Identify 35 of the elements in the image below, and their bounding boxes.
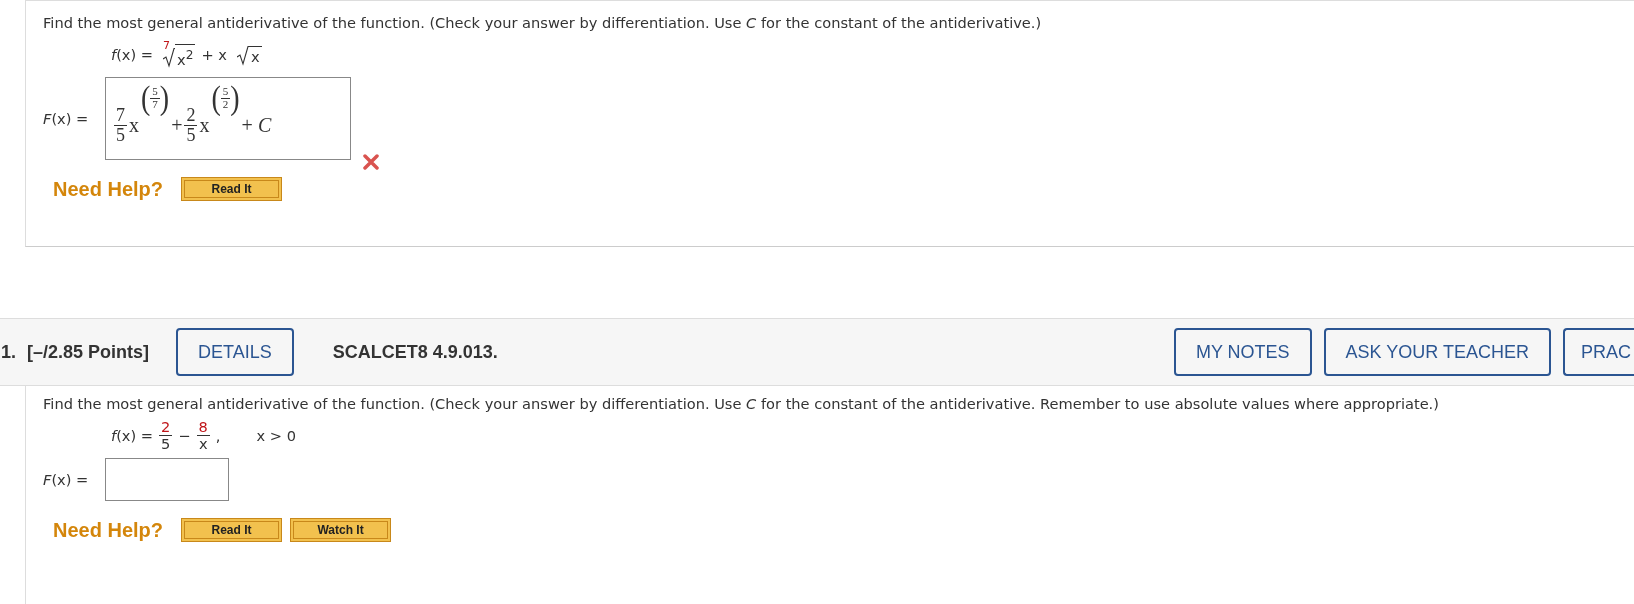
question-code: SCALCET8 4.9.013. [332,341,498,363]
help-button[interactable]: Watch It [290,518,392,542]
points-label: [–/2.85 Points] [27,341,150,363]
fraction: 2 5 [159,419,173,451]
radical-expression: 7 x$^{2}$ [163,39,196,69]
math-text: + x [201,45,227,63]
question-number: 1. [1,341,16,363]
action-button[interactable]: MY NOTES [1173,328,1312,376]
math-text: , [215,426,221,444]
math-text: f(x) = [111,45,154,63]
question-text: Find the most general antiderivative of the function. (Check your answer by differentiation. Use C for the constant of the antiderivative. Remember to use absolute values where appropriate.) [43,395,1440,412]
math-term: x [129,114,139,137]
question-text: Find the most general antiderivative of the function. (Check your answer by differentiation. Use C for the constant of the antiderivative.) [43,14,1043,31]
answer-label: F(x) = [43,471,90,488]
condition-text: x > 0 [256,426,296,444]
need-help-label: Need Help? [53,177,164,201]
fraction: 7 5 [114,106,127,145]
math-term: + C [241,114,272,137]
radical-expression: x [236,42,262,66]
math-term: + [171,114,183,137]
radical-sign-icon [236,46,249,66]
help-button[interactable]: Read It [181,518,283,542]
answer-label: F(x) = [43,110,90,127]
fraction: 8 x [196,419,210,451]
math-text: f(x) = [111,426,154,444]
radical-sign-icon [163,48,176,69]
math-text: − [178,426,191,444]
math-term: x [199,114,210,137]
fraction: 2 5 [184,106,198,145]
action-button[interactable]: ASK YOUR TEACHER [1323,328,1551,376]
details-button[interactable]: DETAILS [176,328,294,376]
need-help-label: Need Help? [53,518,164,542]
action-button[interactable]: PRAC [1563,328,1634,376]
answer-field[interactable] [105,458,229,501]
help-button[interactable]: Read It [181,177,283,201]
